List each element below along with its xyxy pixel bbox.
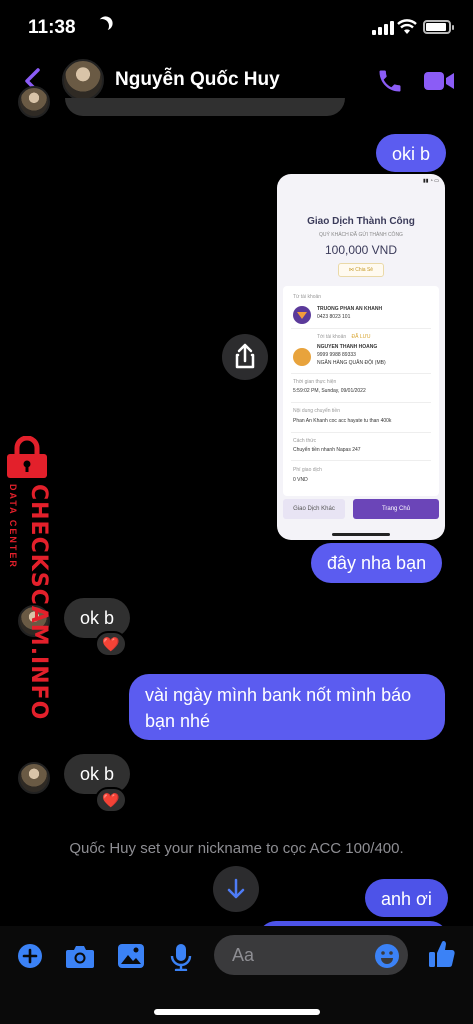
sender-bank-logo (293, 306, 311, 324)
receipt-method-value: Chuyển tiền nhanh Napas 247 (293, 447, 361, 453)
thumbs-up-icon[interactable] (428, 939, 456, 969)
receipt-content-value: Phan An Khanh coc acc hayate tu than 400… (293, 418, 392, 424)
receipt-fee-value: 0 VND (293, 477, 308, 483)
receipt-share-button: ⋈ Chia Sẻ (338, 263, 384, 277)
divider (291, 328, 431, 329)
heart-icon: ❤️ (102, 792, 120, 808)
receipt-subtitle: QUÝ KHÁCH ĐÃ GỬI THÀNH CÔNG (319, 232, 403, 238)
plus-icon[interactable] (17, 943, 43, 969)
watermark-sub-text: DATA CENTER (8, 484, 18, 569)
phone-call-icon[interactable] (376, 67, 404, 95)
tpbank-logo-icon (297, 312, 307, 319)
receipt-status-icons: ▮▮ ◔ ▭ (422, 178, 439, 184)
moon-icon (94, 18, 110, 34)
receipt-home-indicator (332, 533, 390, 536)
cellular-signal-icon (372, 21, 394, 35)
sender-avatar[interactable] (18, 762, 50, 794)
battery-icon (423, 20, 454, 34)
receipt-to-account: 9999 9988 89333 (317, 352, 356, 358)
receipt-other-transaction-button: Giao Dịch Khác (283, 499, 345, 519)
message-bubble-incoming-partial (65, 98, 345, 116)
receipt-from-account: 0423 8023 101 (317, 314, 351, 320)
message-input[interactable] (232, 943, 362, 967)
photo-gallery-icon[interactable] (117, 943, 145, 969)
sender-avatar[interactable] (18, 86, 50, 118)
message-text: ok b (80, 608, 115, 628)
arrow-down-icon (227, 878, 245, 899)
receipt-method-label: Cách thức (293, 438, 317, 444)
receipt-from-label: Từ tài khoản (293, 294, 322, 300)
heart-reaction[interactable]: ❤️ (95, 787, 127, 813)
receipt-fee-label: Phí giao dịch (293, 467, 322, 473)
heart-reaction[interactable]: ❤️ (95, 631, 127, 657)
receipt-amount: 100,000 VND (324, 243, 398, 257)
emoji-icon[interactable] (374, 943, 400, 969)
receipt-saved-badge: ĐÃ LƯU (351, 334, 371, 340)
video-call-icon[interactable] (423, 69, 455, 93)
status-time: 11:38 (28, 17, 76, 38)
message-bubble-outgoing[interactable]: oki b (376, 134, 447, 172)
transaction-receipt-image[interactable]: ▮▮ ◔ ▭ Giao Dịch Thành Công QUÝ KHÁCH ĐÃ… (277, 174, 445, 540)
status-bar: 11:38 (0, 0, 473, 56)
receipt-to-label: Tới tài khoản (317, 334, 347, 340)
message-text: oki b (392, 144, 431, 164)
receipt-time-label: Thời gian thực hiện (293, 379, 337, 385)
receipt-to-name: NGUYEN THANH HOANG (317, 344, 378, 350)
wifi-icon (397, 19, 417, 34)
message-text: vài ngày mình bank nốt mình báo bạn nhé (145, 685, 412, 731)
share-image-button[interactable] (222, 334, 268, 380)
contact-avatar[interactable] (62, 59, 104, 101)
receipt-to-bank: NGÂN HÀNG QUÂN ĐỘI (MB) (317, 360, 386, 366)
scroll-to-bottom-button[interactable] (213, 866, 259, 912)
receipt-from-name: TRUONG PHAN AN KHANH (317, 306, 383, 312)
system-message: Quốc Huy set your nickname to cọc ACC 10… (69, 840, 404, 857)
contact-name[interactable]: Nguyễn Quốc Huy (115, 69, 280, 91)
checkscam-watermark: CHECKSCAM.INFO DATA CENTER (0, 436, 56, 720)
microphone-icon[interactable] (170, 943, 192, 971)
message-bubble-outgoing[interactable]: vài ngày mình bank nốt mình báo bạn nhé (129, 674, 445, 740)
heart-icon: ❤️ (102, 636, 120, 652)
message-text: anh ơi (381, 889, 432, 909)
receipt-share-label: Chia Sẻ (355, 267, 374, 273)
padlock-icon (7, 436, 47, 478)
divider (291, 373, 431, 374)
share-icon (235, 343, 255, 369)
divider (291, 432, 431, 433)
watermark-main-text: CHECKSCAM.INFO (26, 484, 51, 721)
receipt-content-label: Nội dung chuyển tiền (293, 408, 340, 414)
divider (291, 460, 431, 461)
camera-icon[interactable] (65, 943, 95, 969)
receipt-details-card: Từ tài khoản TRUONG PHAN AN KHANH 0423 8… (283, 286, 439, 496)
receipt-home-button: Trang Chủ (353, 499, 439, 519)
message-bubble-outgoing[interactable]: đây nha bạn (311, 543, 443, 583)
message-bubble-outgoing[interactable]: anh ơi (365, 879, 448, 917)
receipt-to-label-row: Tới tài khoản ĐÃ LƯU (317, 333, 431, 341)
recipient-avatar-icon (293, 348, 311, 366)
receipt-time-value: 5:59:02 PM, Sunday, 09/01/2022 (293, 388, 366, 394)
message-text: ok b (80, 764, 115, 784)
message-text: đây nha bạn (327, 553, 427, 573)
message-input-container[interactable] (214, 935, 408, 975)
receipt-title: Giao Dịch Thành Công (307, 216, 415, 227)
divider (291, 402, 431, 403)
home-indicator (154, 1009, 320, 1015)
